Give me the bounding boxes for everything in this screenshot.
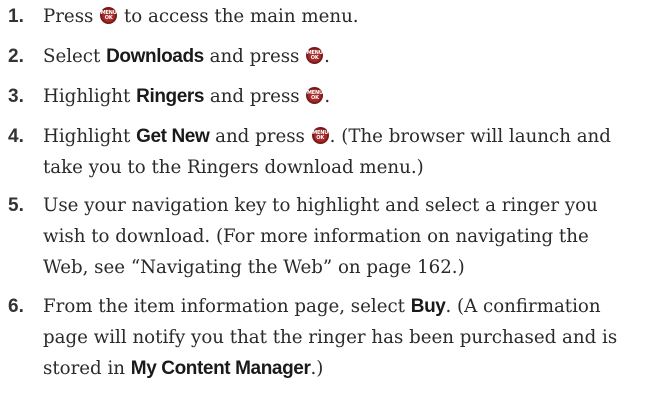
- menu-term: Downloads: [106, 46, 204, 67]
- menu-ok-key-icon: MENU OK: [100, 7, 118, 24]
- step-number: 2.: [8, 46, 24, 67]
- menu-term: Buy: [410, 296, 446, 317]
- step-number: 3.: [8, 86, 24, 107]
- step-text-line: Select Downloads and press MENU OK.: [43, 46, 330, 67]
- menu-ok-key-icon: MENU OK: [306, 87, 324, 104]
- step-text-line: From the item information page, select B…: [43, 296, 601, 317]
- menu-ok-key-icon: MENU OK: [306, 47, 324, 64]
- step-text-line: Highlight Get New and press MENU OK. (The…: [43, 126, 611, 147]
- step-number: 5.: [8, 195, 24, 216]
- step-text-line: Press MENU OK to access the main menu.: [43, 6, 359, 27]
- step-text-line: wish to download. (For more information …: [43, 226, 589, 247]
- menu-term: My Content Manager: [130, 358, 311, 379]
- step-text-line: Highlight Ringers and press MENU OK.: [43, 86, 331, 107]
- step-text-line: page will notify you that the ringer has…: [43, 327, 618, 348]
- step-text-line: Use your navigation key to highlight and…: [43, 195, 598, 216]
- step-number: 6.: [8, 296, 24, 317]
- menu-ok-key-icon: MENU OK: [311, 127, 329, 144]
- step-text-line: Web, see “Navigating the Web” on page 16…: [43, 257, 465, 278]
- menu-term: Get New: [136, 126, 210, 147]
- step-text-line: stored in My Content Manager.): [43, 358, 324, 379]
- step-text-line: take you to the Ringers download menu.): [43, 157, 424, 178]
- step-number: 4.: [8, 126, 24, 147]
- menu-term: Ringers: [136, 86, 205, 107]
- step-number: 1.: [8, 6, 24, 27]
